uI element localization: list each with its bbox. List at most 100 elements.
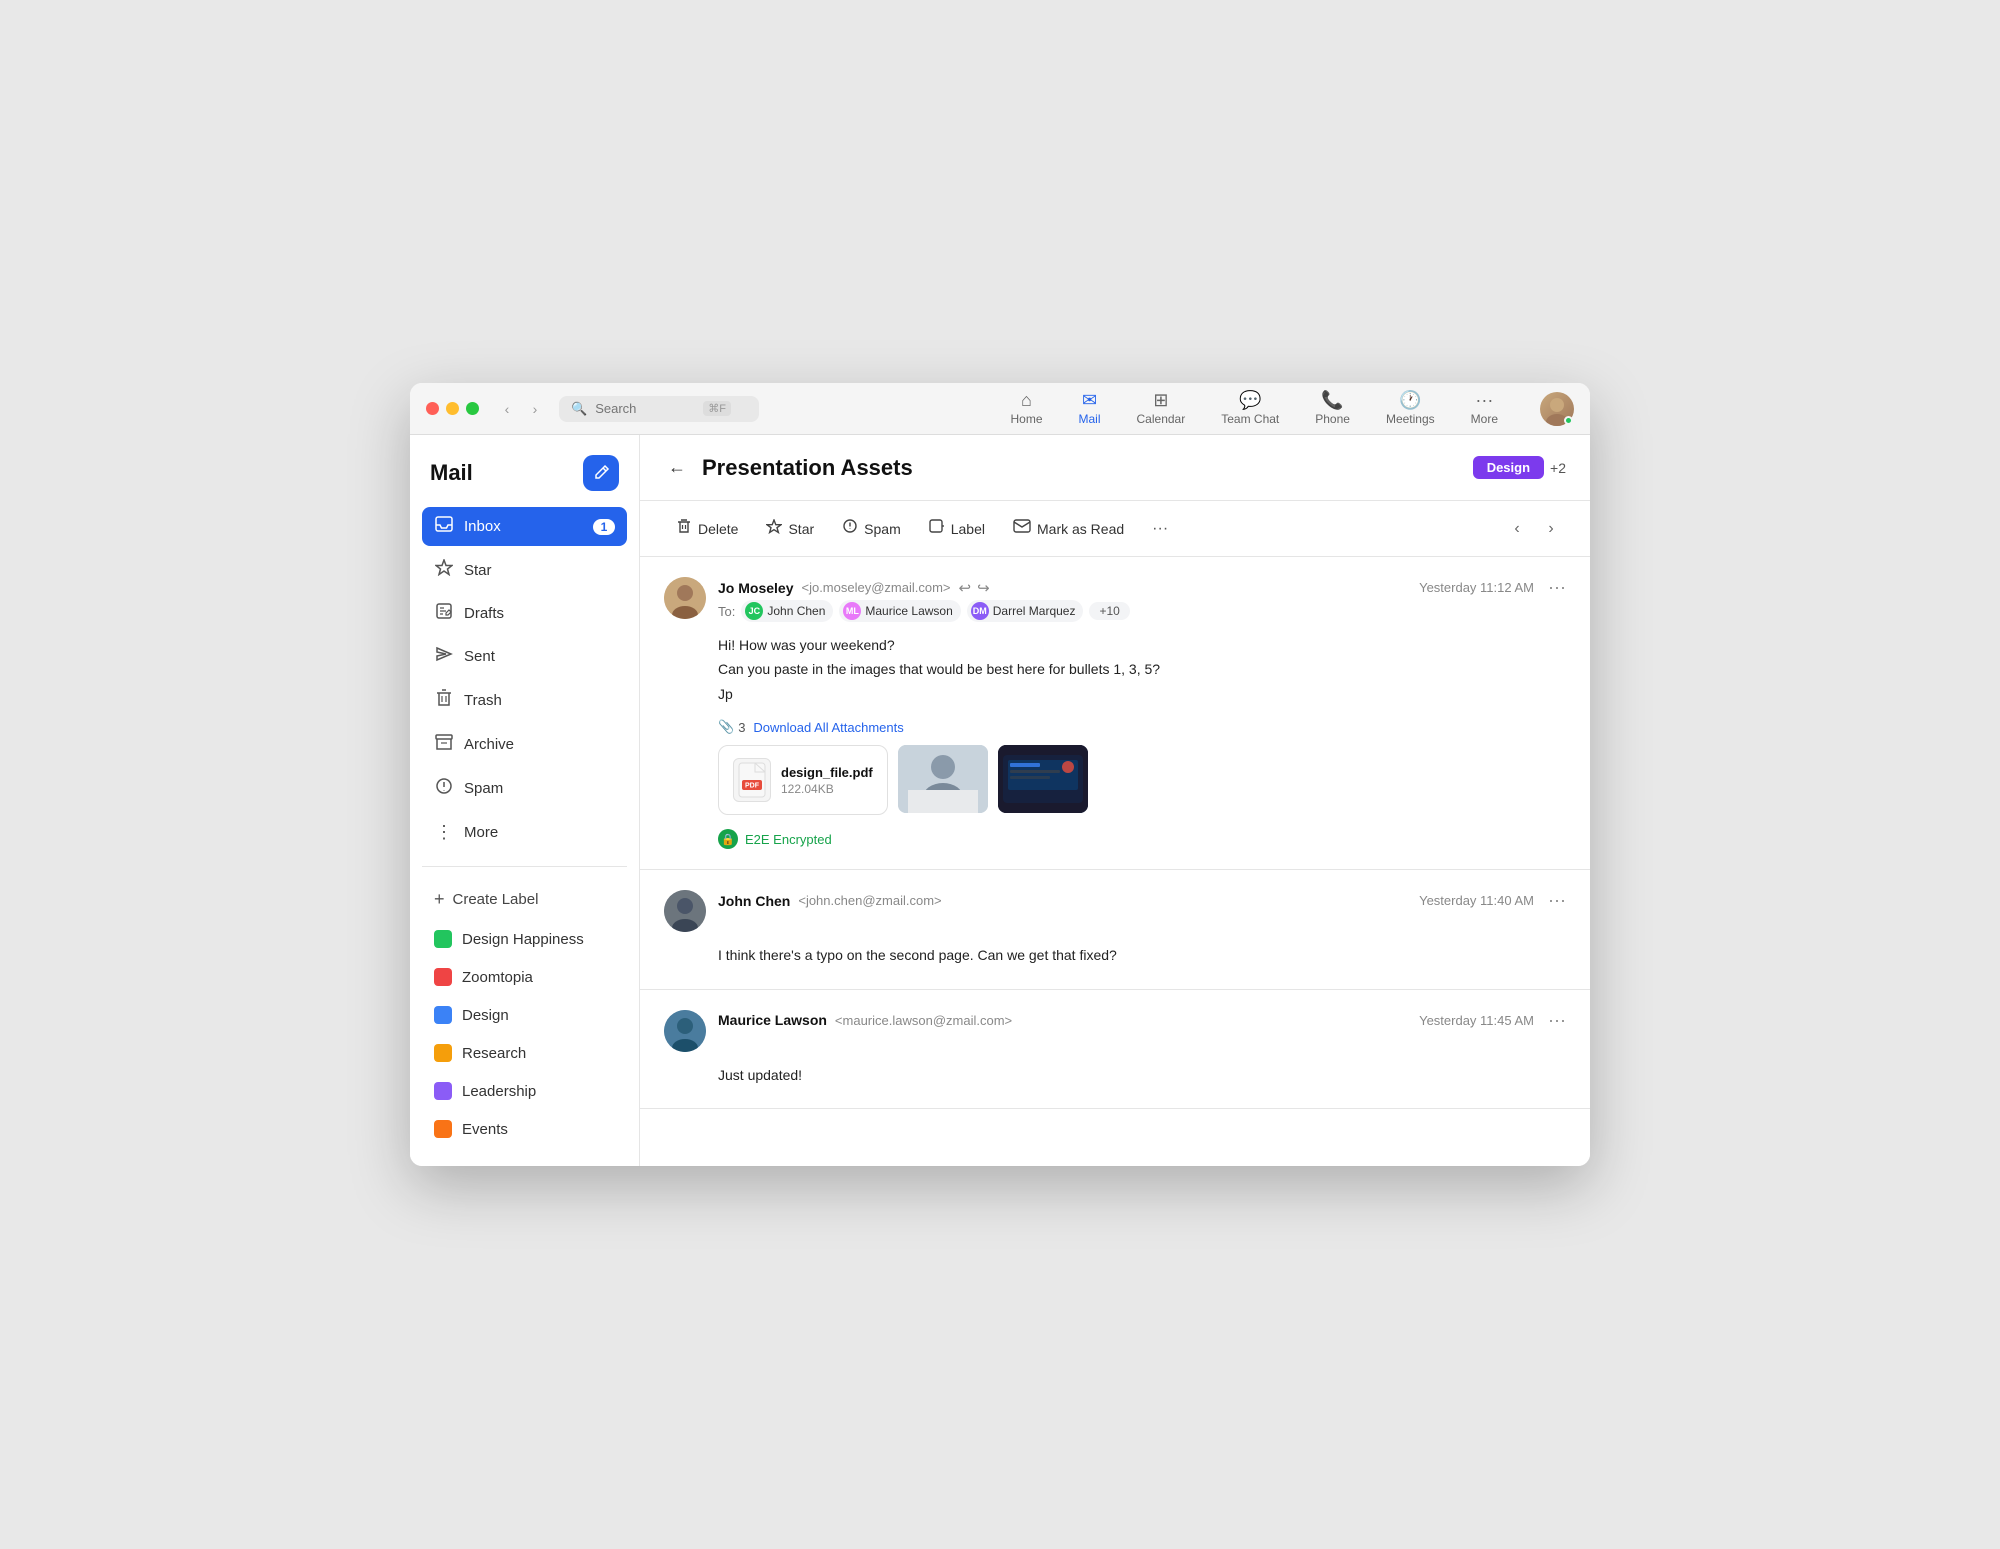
star-button[interactable]: Star — [754, 512, 826, 546]
label-item-events[interactable]: Events — [422, 1112, 627, 1146]
maximize-button[interactable] — [466, 402, 479, 415]
delete-button[interactable]: Delete — [664, 511, 750, 546]
msg-2-sender: John Chen — [718, 893, 790, 909]
label-button[interactable]: Label — [917, 512, 997, 545]
nav-meetings-label: Meetings — [1386, 412, 1435, 426]
msg-2-more[interactable]: ··· — [1548, 890, 1566, 911]
sidebar-item-inbox[interactable]: Inbox 1 — [422, 507, 627, 546]
reply-icon[interactable]: ↩ — [959, 579, 972, 597]
sidebar-item-sent[interactable]: Sent — [422, 637, 627, 676]
pdf-file-icon: PDF — [733, 758, 771, 802]
sidebar-item-star[interactable]: Star — [422, 550, 627, 590]
forward-button[interactable]: › — [523, 397, 547, 421]
nav-arrows: ‹ › — [495, 397, 547, 421]
back-button[interactable]: ‹ — [495, 397, 519, 421]
label-item-design[interactable]: Design — [422, 998, 627, 1032]
search-input[interactable] — [595, 401, 695, 416]
msg-1-sender-row: Jo Moseley <jo.moseley@zmail.com> ↩ ↪ Ye… — [718, 577, 1566, 598]
jo-avatar — [664, 577, 706, 619]
more-actions-icon: ··· — [1152, 520, 1168, 538]
msg-1-more[interactable]: ··· — [1548, 577, 1566, 598]
msg-3-more[interactable]: ··· — [1548, 1010, 1566, 1031]
msg-1-reply-icons: ↩ ↪ — [959, 579, 990, 597]
nav-more[interactable]: ··· More — [1453, 387, 1516, 430]
msg-3-email: <maurice.lawson@zmail.com> — [835, 1013, 1012, 1028]
sidebar-item-archive[interactable]: Archive — [422, 725, 627, 764]
file-attachment[interactable]: PDF design_file.pdf 122.04KB — [718, 745, 888, 815]
thread-nav: ‹ › — [1502, 514, 1566, 544]
sidebar-item-drafts[interactable]: Drafts — [422, 594, 627, 633]
nav-more-label: More — [1471, 412, 1498, 426]
star-label: Star — [788, 521, 814, 537]
extra-tags: +2 — [1550, 460, 1566, 476]
more-actions-button[interactable]: ··· — [1140, 513, 1180, 545]
msg-1-line-3: Jp — [718, 683, 1566, 705]
msg-1-line-1: Hi! How was your weekend? — [718, 634, 1566, 656]
msg-2-email: <john.chen@zmail.com> — [798, 893, 941, 908]
prev-thread-button[interactable]: ‹ — [1502, 514, 1532, 544]
toolbar: Delete Star — [640, 501, 1590, 557]
encrypted-badge: 🔒 E2E Encrypted — [718, 829, 1566, 849]
spam-toolbar-icon — [842, 518, 858, 539]
recipient-maurice-lawson: ML Maurice Lawson — [839, 600, 960, 622]
forward-icon[interactable]: ↪ — [977, 579, 990, 597]
label-text-research: Research — [462, 1045, 526, 1062]
nav-teamchat[interactable]: 💬 Team Chat — [1203, 387, 1297, 430]
msg-3-body: Just updated! — [718, 1064, 1566, 1086]
svg-text:PDF: PDF — [745, 783, 760, 790]
nav-phone[interactable]: 📞 Phone — [1297, 387, 1368, 430]
maurice-lawson-avatar: ML — [843, 602, 861, 620]
label-dot-design — [434, 1006, 452, 1024]
nav-mail[interactable]: ✉ Mail — [1061, 387, 1119, 430]
nav-home[interactable]: ⌂ Home — [992, 387, 1060, 430]
label-text-design-happiness: Design Happiness — [462, 931, 584, 948]
image-thumb-2[interactable] — [998, 745, 1088, 813]
back-to-list-button[interactable]: ← — [664, 453, 690, 482]
thread-tags: Design +2 — [1473, 456, 1566, 479]
thread-messages: Jo Moseley <jo.moseley@zmail.com> ↩ ↪ Ye… — [640, 557, 1590, 1166]
sidebar-item-trash[interactable]: Trash — [422, 680, 627, 721]
extra-recipients: +10 — [1089, 602, 1129, 620]
message-1-meta: Jo Moseley <jo.moseley@zmail.com> ↩ ↪ Ye… — [718, 577, 1566, 622]
delete-icon — [676, 518, 692, 539]
compose-button[interactable] — [583, 455, 619, 491]
create-label-button[interactable]: + Create Label — [422, 881, 627, 918]
john-chen-avatar: JC — [745, 602, 763, 620]
more-vertical-icon: ⋮ — [434, 822, 454, 843]
message-1-header: Jo Moseley <jo.moseley@zmail.com> ↩ ↪ Ye… — [664, 577, 1566, 622]
msg-3-sender: Maurice Lawson — [718, 1012, 827, 1028]
top-nav: ⌂ Home ✉ Mail ⊞ Calendar 💬 Team Chat 📞 P… — [992, 387, 1516, 430]
label-item-leadership[interactable]: Leadership — [422, 1074, 627, 1108]
nav-phone-label: Phone — [1315, 412, 1350, 426]
content-area: ← Presentation Assets Design +2 Del — [640, 435, 1590, 1166]
search-bar[interactable]: 🔍 ⌘F — [559, 396, 759, 422]
label-icon — [929, 519, 945, 538]
image-thumb-1[interactable] — [898, 745, 988, 813]
msg-1-to-row: To: JC John Chen ML Maurice Lawson — [718, 600, 1566, 622]
label-item-research[interactable]: Research — [422, 1036, 627, 1070]
nav-calendar[interactable]: ⊞ Calendar — [1119, 387, 1204, 430]
sidebar-item-more[interactable]: ⋮ More — [422, 813, 627, 852]
minimize-button[interactable] — [446, 402, 459, 415]
next-thread-button[interactable]: › — [1536, 514, 1566, 544]
design-tag[interactable]: Design — [1473, 456, 1544, 479]
title-bar: ‹ › 🔍 ⌘F ⌂ Home ✉ Mail ⊞ Calendar 💬 Team — [410, 383, 1590, 435]
calendar-icon: ⊞ — [1153, 391, 1168, 409]
label-text-design: Design — [462, 1007, 509, 1024]
image-thumb-dark — [998, 745, 1088, 813]
sidebar-item-spam[interactable]: Spam — [422, 768, 627, 809]
main-window: ‹ › 🔍 ⌘F ⌂ Home ✉ Mail ⊞ Calendar 💬 Team — [410, 383, 1590, 1166]
mark-as-read-button[interactable]: Mark as Read — [1001, 512, 1136, 545]
label-item-design-happiness[interactable]: Design Happiness — [422, 922, 627, 956]
label-item-zoomtopia[interactable]: Zoomtopia — [422, 960, 627, 994]
msg-2-sender-row: John Chen <john.chen@zmail.com> Yesterda… — [718, 890, 1566, 911]
file-info: design_file.pdf 122.04KB — [781, 765, 873, 796]
spam-button[interactable]: Spam — [830, 511, 913, 546]
nav-meetings[interactable]: 🕐 Meetings — [1368, 387, 1453, 430]
user-avatar-area[interactable] — [1540, 392, 1574, 426]
close-button[interactable] — [426, 402, 439, 415]
download-all-button[interactable]: Download All Attachments — [753, 720, 903, 735]
delete-label: Delete — [698, 521, 738, 537]
label-dot-zoomtopia — [434, 968, 452, 986]
recipient-maurice-lawson-name: Maurice Lawson — [865, 604, 952, 618]
